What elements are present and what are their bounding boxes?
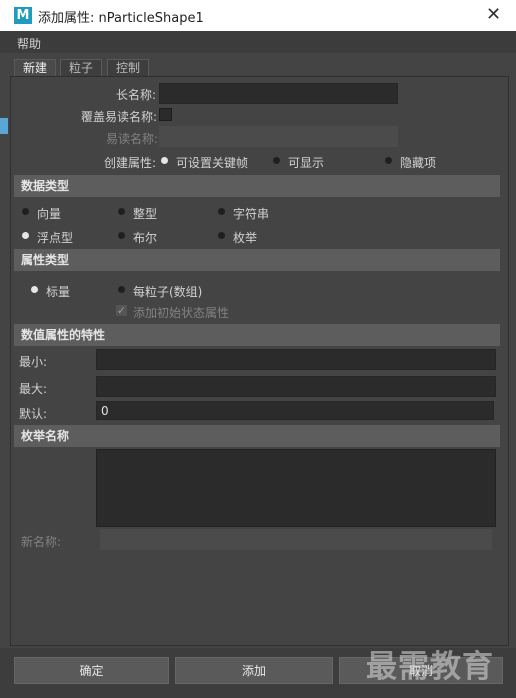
- enum-names-list[interactable]: [96, 449, 496, 527]
- tab-particle[interactable]: 粒子: [60, 59, 103, 77]
- section-enum-names[interactable]: 枚举名称: [14, 425, 500, 447]
- watermark: 最需教育: [366, 649, 494, 685]
- tab-new[interactable]: 新建: [14, 59, 57, 77]
- maximum-input[interactable]: [96, 376, 496, 397]
- maya-app-icon: M: [14, 7, 32, 24]
- new-name-input: [100, 529, 492, 550]
- radio-boolean-label[interactable]: 布尔: [133, 229, 157, 246]
- long-name-input[interactable]: [159, 83, 398, 104]
- minimum-label: 最小:: [19, 355, 48, 369]
- radio-vector[interactable]: [22, 208, 29, 215]
- radio-enum[interactable]: [218, 232, 225, 239]
- default-label: 默认:: [19, 407, 48, 421]
- make-attribute-label: 创建属性:: [104, 156, 157, 170]
- radio-float-label[interactable]: 浮点型: [37, 229, 73, 246]
- radio-integer-label[interactable]: 整型: [133, 205, 157, 222]
- radio-per-particle[interactable]: [118, 286, 125, 293]
- minimum-input[interactable]: [96, 349, 496, 370]
- radio-hidden[interactable]: [385, 157, 392, 164]
- section-numeric-properties[interactable]: 数值属性的特性: [14, 324, 500, 346]
- menu-bar: [0, 31, 516, 53]
- radio-float[interactable]: [22, 232, 29, 239]
- tab-control[interactable]: 控制: [107, 59, 150, 77]
- window-title: 添加属性: nParticleShape1: [38, 11, 204, 26]
- radio-keyable-label[interactable]: 可设置关键帧: [176, 154, 248, 171]
- add-button[interactable]: 添加: [175, 657, 333, 684]
- radio-boolean[interactable]: [118, 232, 125, 239]
- radio-hidden-label[interactable]: 隐藏项: [400, 154, 436, 171]
- initial-state-checkbox: ✓: [116, 304, 127, 317]
- menu-help[interactable]: 帮助: [17, 35, 41, 52]
- section-attribute-type[interactable]: 属性类型: [14, 249, 500, 271]
- new-name-label: 新名称:: [21, 535, 62, 549]
- radio-scalar[interactable]: [31, 286, 38, 293]
- nice-name-label: 易读名称:: [106, 132, 159, 146]
- radio-string-label[interactable]: 字符串: [233, 205, 269, 222]
- override-nice-name-checkbox[interactable]: [159, 108, 172, 121]
- radio-enum-label[interactable]: 枚举: [233, 229, 257, 246]
- radio-vector-label[interactable]: 向量: [37, 205, 61, 222]
- nice-name-input: [159, 126, 398, 147]
- ok-button[interactable]: 确定: [14, 657, 169, 684]
- radio-string[interactable]: [218, 208, 225, 215]
- initial-state-label: 添加初始状态属性: [133, 306, 230, 320]
- maximum-label: 最大:: [19, 382, 48, 396]
- long-name-label: 长名称:: [116, 88, 157, 102]
- override-nice-name-label: 覆盖易读名称:: [81, 110, 158, 124]
- radio-keyable[interactable]: [161, 157, 168, 164]
- close-icon[interactable]: ✕: [486, 4, 501, 25]
- default-input[interactable]: 0: [96, 401, 494, 420]
- section-data-type[interactable]: 数据类型: [14, 175, 500, 197]
- radio-per-particle-label[interactable]: 每粒子(数组): [133, 283, 202, 300]
- radio-integer[interactable]: [118, 208, 125, 215]
- radio-scalar-label[interactable]: 标量: [46, 283, 70, 300]
- radio-displayable[interactable]: [273, 157, 280, 164]
- background-edge: [0, 118, 8, 134]
- radio-displayable-label[interactable]: 可显示: [288, 154, 324, 171]
